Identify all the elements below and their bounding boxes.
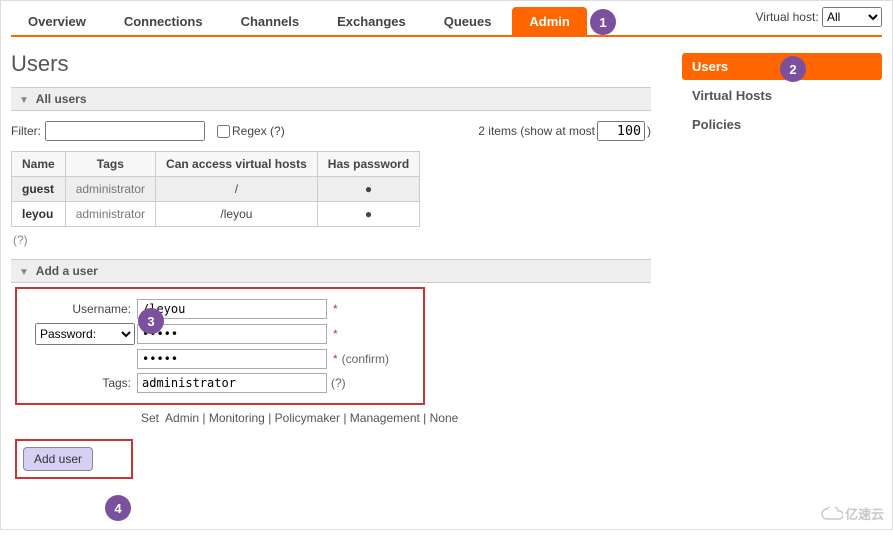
tab-exchanges[interactable]: Exchanges [320, 7, 423, 35]
required-star: * [333, 352, 338, 366]
filter-label: Filter: [11, 124, 41, 138]
user-tags-cell: administrator [65, 202, 155, 227]
watermark: 亿速云 [821, 504, 884, 523]
username-label: Username: [25, 302, 137, 316]
user-name-cell[interactable]: guest [12, 177, 66, 202]
user-name-cell[interactable]: leyou [12, 202, 66, 227]
users-table: Name Tags Can access virtual hosts Has p… [11, 151, 420, 227]
watermark-text: 亿速云 [845, 504, 884, 523]
section-add-user-label: Add a user [36, 264, 98, 278]
tags-input[interactable] [137, 373, 327, 393]
password-type-select[interactable]: Password: [35, 323, 135, 345]
user-tags-cell: administrator [65, 177, 155, 202]
regex-label: Regex (?) [232, 124, 285, 138]
virtual-host-selector: Virtual host: All [756, 7, 883, 27]
tags-label: Tags: [25, 376, 137, 390]
password-confirm-input[interactable] [137, 349, 327, 369]
tab-connections[interactable]: Connections [107, 7, 220, 35]
triangle-down-icon: ▼ [19, 95, 29, 106]
set-prefix: Set [141, 411, 159, 425]
annotation-marker-4: 4 [105, 495, 131, 521]
cloud-icon [821, 507, 843, 521]
confirm-text: (confirm) [342, 352, 389, 366]
add-user-form-highlight: Username: * Password: * * (confirm) Tags… [15, 287, 425, 405]
col-name[interactable]: Name [12, 152, 66, 177]
help-link[interactable]: (?) [13, 233, 882, 247]
section-all-users-header[interactable]: ▼ All users [11, 87, 651, 111]
tags-help[interactable]: (?) [331, 376, 346, 390]
user-vhosts-cell: /leyou [156, 202, 318, 227]
table-header-row: Name Tags Can access virtual hosts Has p… [12, 152, 420, 177]
user-haspw-cell: ● [317, 177, 419, 202]
required-star: * [333, 302, 338, 316]
annotation-marker-1: 1 [590, 9, 616, 35]
tag-presets: Set Admin | Monitoring | Policymaker | M… [141, 411, 641, 425]
section-add-user-header[interactable]: ▼ Add a user [11, 259, 651, 283]
items-suffix: ) [647, 124, 651, 138]
submenu-virtual-hosts[interactable]: Virtual Hosts [682, 82, 882, 109]
tab-channels[interactable]: Channels [224, 7, 317, 35]
col-tags[interactable]: Tags [65, 152, 155, 177]
table-row: leyou administrator /leyou ● [12, 202, 420, 227]
virtual-host-select[interactable]: All [822, 7, 882, 27]
show-at-most-input[interactable] [597, 121, 645, 141]
tab-overview[interactable]: Overview [11, 7, 103, 35]
add-user-button-highlight: Add user [15, 439, 133, 479]
tab-queues[interactable]: Queues [427, 7, 509, 35]
regex-checkbox[interactable] [217, 125, 230, 138]
table-row: guest administrator / ● [12, 177, 420, 202]
section-all-users-label: All users [36, 92, 87, 106]
virtual-host-label: Virtual host: [756, 10, 819, 24]
user-vhosts-cell: / [156, 177, 318, 202]
add-user-button[interactable]: Add user [23, 447, 93, 471]
submenu-policies[interactable]: Policies [682, 111, 882, 138]
required-star: * [333, 327, 338, 341]
username-input[interactable] [137, 299, 327, 319]
tag-preset-links[interactable]: Admin | Monitoring | Policymaker | Manag… [165, 411, 458, 425]
user-haspw-cell: ● [317, 202, 419, 227]
main-tabs: Overview Connections Channels Exchanges … [11, 1, 882, 37]
password-input[interactable] [137, 324, 327, 344]
annotation-marker-3: 3 [138, 308, 164, 334]
col-has-password[interactable]: Has password [317, 152, 419, 177]
col-vhosts[interactable]: Can access virtual hosts [156, 152, 318, 177]
annotation-marker-2: 2 [780, 56, 806, 82]
filter-row: Filter: Regex (?) 2 items (show at most … [11, 121, 651, 141]
filter-input[interactable] [45, 121, 205, 141]
triangle-down-icon: ▼ [19, 267, 29, 278]
tab-admin[interactable]: Admin [512, 7, 586, 35]
items-count-text: 2 items (show at most [478, 124, 595, 138]
